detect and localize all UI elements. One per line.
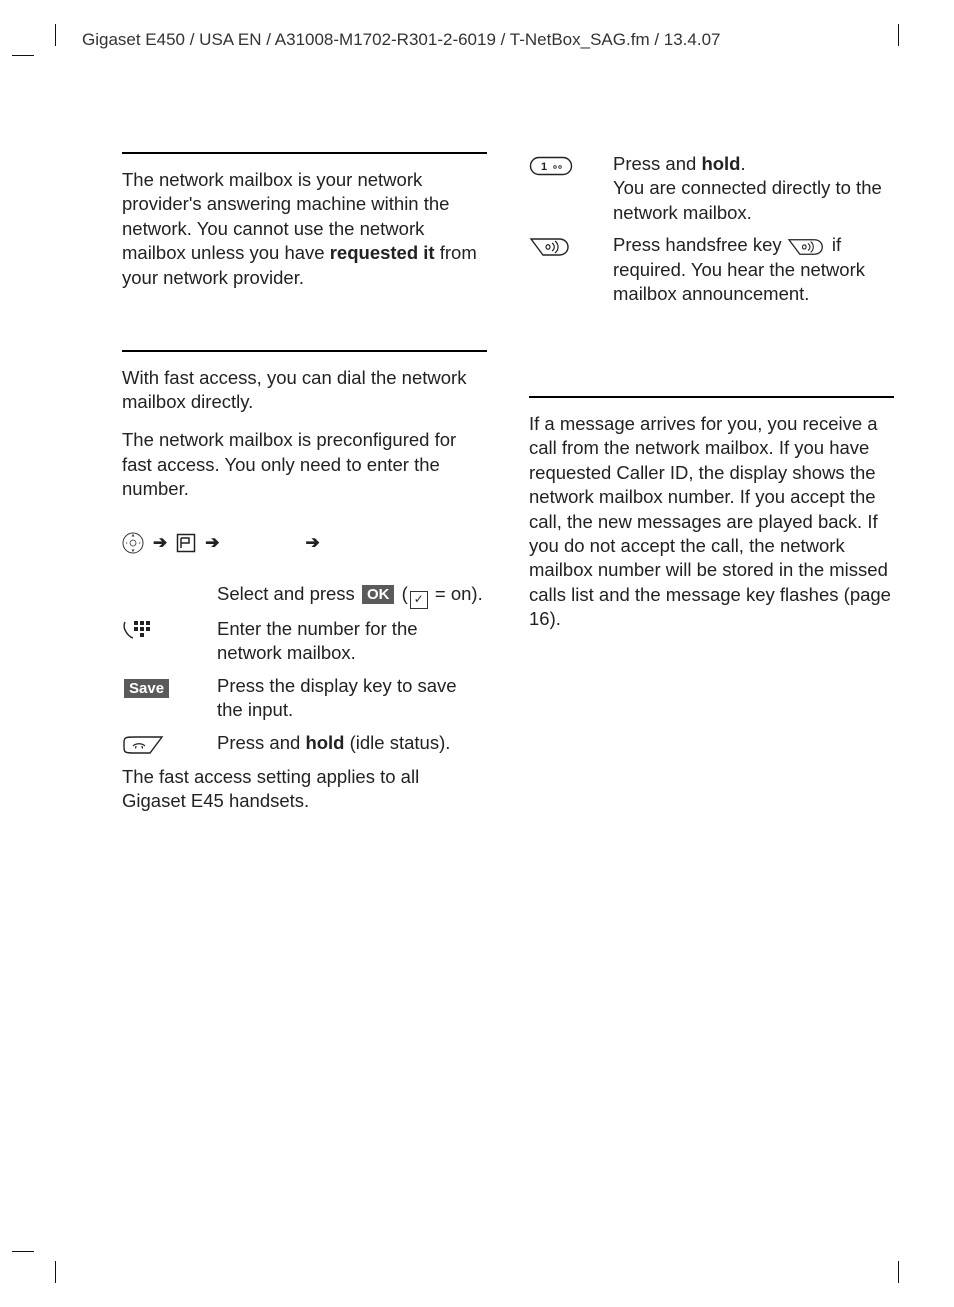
svg-text:1: 1: [541, 161, 547, 173]
fast-access-paragraph-1: With fast access, you can dial the netwo…: [122, 366, 487, 415]
section-divider: [122, 152, 487, 154]
key-1-icon: 1: [529, 156, 573, 176]
arrow-right-icon: ➔: [153, 532, 167, 554]
handsfree-key-inline-icon: [787, 238, 827, 256]
mailbox-menu-icon: [176, 533, 196, 553]
arrow-right-icon: ➔: [306, 532, 320, 554]
right-column: 1 Press and hold. You are connected dire…: [529, 152, 894, 834]
handsfree-key-icon: [529, 237, 573, 257]
keypad-icon: [122, 619, 150, 643]
section-divider: [529, 396, 894, 398]
checkmark-icon: ✓: [410, 591, 428, 609]
menu-path: ➔ ➔ ➔: [122, 532, 487, 554]
message-arrival-paragraph: If a message arrives for you, you receiv…: [529, 412, 894, 632]
section-divider: [122, 350, 487, 352]
instruction-row: Press and hold (idle status).: [122, 731, 487, 757]
save-key-label: Save: [124, 679, 169, 698]
instruction-row: Select and press OK (✓ = on).: [122, 582, 487, 609]
left-column: The network mailbox is your network prov…: [122, 152, 487, 834]
intro-paragraph: The network mailbox is your network prov…: [122, 168, 487, 290]
instruction-row: 1 Press and hold. You are connected dire…: [529, 152, 894, 225]
fast-access-footer: The fast access setting applies to all G…: [122, 765, 487, 814]
end-call-key-icon: [122, 735, 164, 755]
page-header: Gigaset E450 / USA EN / A31008-M1702-R30…: [82, 29, 721, 51]
ok-key-label: OK: [362, 585, 395, 604]
instruction-row: Save Press the display key to save the i…: [122, 674, 487, 723]
instruction-row: Enter the number for the network mailbox…: [122, 617, 487, 666]
control-key-icon: [122, 532, 144, 554]
fast-access-paragraph-2: The network mailbox is preconfigured for…: [122, 428, 487, 501]
instruction-row: Press handsfree key if required. You hea…: [529, 233, 894, 306]
arrow-right-icon: ➔: [205, 532, 219, 554]
